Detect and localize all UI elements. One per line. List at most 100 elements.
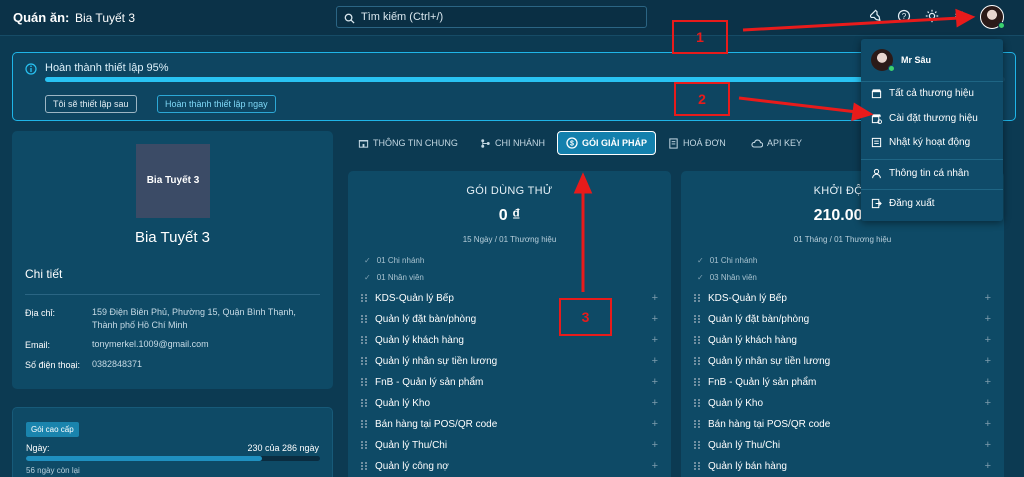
menu-item-label: Tất cả thương hiệu (889, 88, 974, 99)
feature-row[interactable]: Quản lý Kho + (694, 397, 991, 409)
plus-icon[interactable]: + (652, 418, 658, 430)
tab-invoices[interactable]: HOÁ ĐƠN (660, 131, 734, 155)
address-value: 159 Điện Biên Phủ, Phường 15, Quận Bình … (92, 307, 296, 330)
search-input[interactable]: Tìm kiếm (Ctrl+/) (336, 6, 647, 28)
setup-now-button[interactable]: Hoàn thành thiết lập ngay (157, 95, 276, 113)
avatar[interactable] (980, 5, 1005, 29)
menu-item-profile[interactable]: Thông tin cá nhân (871, 168, 969, 179)
annotation-number: 3 (581, 309, 590, 325)
plus-icon[interactable]: + (985, 439, 991, 451)
setup-later-button[interactable]: Tôi sẽ thiết lập sau (45, 95, 137, 113)
plan-progress-fill (26, 456, 263, 461)
plus-icon[interactable]: + (985, 397, 991, 409)
menu-item-label: Nhật ký hoạt động (889, 137, 971, 148)
theme-icon[interactable] (925, 9, 939, 23)
feature-row[interactable]: Quản lý khách hàng + (694, 334, 991, 346)
plan-period: 01 Tháng / 01 Thương hiệu (793, 235, 892, 244)
gear-icon[interactable] (953, 9, 967, 23)
feature-row[interactable]: KDS-Quản lý Bếp + (694, 292, 991, 304)
feature-label: KDS-Quản lý Bếp (708, 292, 787, 304)
feature-row[interactable]: Quản lý Thu/Chi + (694, 439, 991, 451)
plan-quota-text: 01 Nhân viên (376, 273, 424, 282)
check-icon: ✓ (364, 273, 371, 282)
drag-handle-icon (694, 315, 702, 323)
drag-handle-icon (694, 294, 702, 302)
plus-icon[interactable]: + (985, 313, 991, 325)
feature-row[interactable]: Bán hàng tại POS/QR code + (694, 418, 991, 430)
plan-days-remaining: 56 ngày còn lại (26, 466, 80, 475)
plus-icon[interactable]: + (652, 439, 658, 451)
plan-quota: ✓ 01 Nhân viên (364, 273, 424, 282)
user-menu: Mr Sâu Tất cả thương hiệu Cài đặt thương… (861, 39, 1003, 221)
shop-logo: Bia Tuyết 3 (136, 144, 210, 218)
plus-icon[interactable]: + (652, 334, 658, 346)
plus-icon[interactable]: + (652, 313, 658, 325)
search-placeholder: Tìm kiếm (Ctrl+/) (361, 11, 444, 23)
logout-icon (871, 198, 882, 209)
feature-row[interactable]: Quản lý Thu/Chi + (361, 439, 658, 451)
menu-item-brand-settings[interactable]: Cài đặt thương hiệu (871, 113, 978, 124)
setup-progress-fill (45, 77, 957, 82)
plus-icon[interactable]: + (652, 292, 658, 304)
feature-label: Quản lý Kho (708, 397, 764, 409)
plus-icon[interactable]: + (985, 460, 991, 472)
tab-solution-plans[interactable]: $ GÓI GIẢI PHÁP (557, 131, 657, 155)
avatar (871, 49, 895, 72)
svg-text:?: ? (902, 12, 907, 21)
feature-row[interactable]: Quản lý khách hàng + (361, 334, 658, 346)
building-icon (358, 139, 369, 148)
annotation-step-1: 1 (672, 20, 728, 54)
feature-row[interactable]: Quản lý nhân sự tiền lương + (694, 355, 991, 367)
plus-icon[interactable]: + (652, 460, 658, 472)
plus-icon[interactable]: + (652, 397, 658, 409)
plan-quota-text: 01 Chi nhánh (376, 256, 425, 265)
help-icon[interactable]: ? (897, 9, 911, 23)
phone-value: 0382848371 (92, 359, 143, 369)
feature-label: Quản lý khách hàng (708, 334, 797, 346)
feature-row[interactable]: FnB - Quản lý sản phẩm + (694, 376, 991, 388)
feature-row[interactable]: Quản lý công nợ + (361, 460, 658, 472)
tab-api-key[interactable]: API KEY (743, 131, 810, 155)
feature-label: Quản lý nhân sự tiền lương (708, 355, 831, 367)
setup-title: Hoàn thành thiết lập 95% (45, 62, 169, 74)
shop-profile-card: Bia Tuyết 3 Bia Tuyết 3 Chi tiết Địa chỉ… (12, 131, 333, 389)
plan-quota: ✓ 01 Chi nhánh (364, 256, 424, 265)
check-icon: ✓ (697, 256, 704, 265)
divider (861, 189, 1003, 190)
plus-icon[interactable]: + (652, 355, 658, 367)
feature-row[interactable]: Quản lý bán hàng + (694, 460, 991, 472)
feature-row[interactable]: KDS-Quản lý Bếp + (361, 292, 658, 304)
feature-row[interactable]: Quản lý Kho + (361, 397, 658, 409)
user-menu-header: Mr Sâu (871, 49, 932, 72)
tab-general-info[interactable]: THÔNG TIN CHUNG (350, 131, 466, 155)
feature-label: Quản lý bán hàng (708, 460, 787, 472)
menu-item-all-brands[interactable]: Tất cả thương hiệu (871, 88, 974, 99)
plan-day-count: 230 của 286 ngày (247, 443, 319, 453)
pin-icon[interactable] (869, 9, 884, 23)
check-icon: ✓ (364, 256, 371, 265)
feature-row[interactable]: Quản lý đặt bàn/phòng + (694, 313, 991, 325)
menu-item-logout[interactable]: Đăng xuất (871, 198, 935, 209)
plan-progress-bar (26, 456, 320, 461)
feature-row[interactable]: FnB - Quản lý sản phẩm + (361, 376, 658, 388)
user-name: Mr Sâu (901, 55, 932, 65)
tab-general-info-label: THÔNG TIN CHUNG (373, 138, 458, 148)
plus-icon[interactable]: + (985, 292, 991, 304)
menu-item-activity-log[interactable]: Nhật ký hoạt động (871, 137, 970, 148)
feature-row[interactable]: Quản lý đặt bàn/phòng + (361, 313, 658, 325)
feature-row[interactable]: Bán hàng tại POS/QR code + (361, 418, 658, 430)
plus-icon[interactable]: + (985, 418, 991, 430)
annotation-step-2: 2 (674, 82, 730, 116)
plan-badge: Gói cao cấp (26, 422, 79, 437)
tab-branches[interactable]: CHI NHÁNH (472, 131, 553, 155)
drag-handle-icon (361, 420, 369, 428)
plus-icon[interactable]: + (652, 376, 658, 388)
plus-icon[interactable]: + (985, 334, 991, 346)
plus-icon[interactable]: + (985, 355, 991, 367)
plan-summary-card: Gói cao cấp Ngày: 230 của 286 ngày 56 ng… (12, 407, 333, 477)
plus-icon[interactable]: + (985, 376, 991, 388)
feature-row[interactable]: Quản lý nhân sự tiền lương + (361, 355, 658, 367)
plan-price: 0 ₫ (498, 207, 521, 224)
feature-label: Bán hàng tại POS/QR code (708, 418, 831, 430)
cloud-icon (751, 138, 763, 148)
